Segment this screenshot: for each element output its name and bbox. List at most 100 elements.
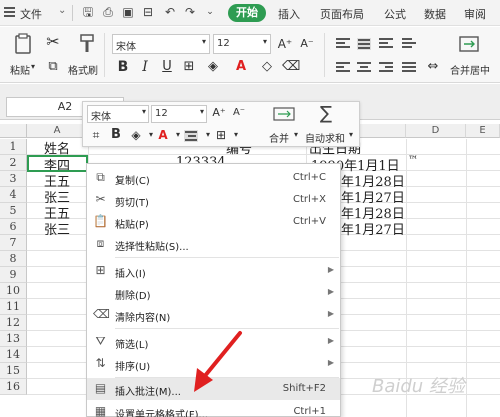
justify-icon[interactable] [402, 62, 416, 74]
font-size-select[interactable]: 12 ▾ [213, 34, 271, 54]
tab-page-layout[interactable]: 页面布局 [320, 6, 364, 22]
sigma-icon[interactable]: ∑ [320, 103, 332, 124]
format-painter-label[interactable]: 格式刷 [68, 62, 98, 77]
text-effect-icon[interactable]: ◇ [258, 58, 276, 76]
align-right-icon[interactable] [379, 62, 393, 74]
export-pdf-icon[interactable]: ⊟ [140, 4, 156, 21]
border-icon[interactable]: ⊞ [180, 58, 198, 76]
row-header[interactable]: 11 [0, 299, 27, 315]
mini-font-name-value: 宋体 [91, 112, 111, 123]
menu-item-sort[interactable]: ⇅ 排序(U) ▶ [87, 353, 340, 375]
row-header[interactable]: 1 [0, 139, 27, 155]
mini-font-name-select[interactable]: 宋体 ▾ [87, 105, 149, 123]
row-header[interactable]: 6 [0, 219, 27, 235]
scissors-icon[interactable]: ✂ [44, 33, 62, 51]
tab-review[interactable]: 审阅 [464, 6, 486, 22]
menu-item-insert[interactable]: ⊞ 插入(I) ▶ [87, 260, 340, 282]
chevron-down-icon[interactable]: ⌄ [58, 5, 66, 16]
orientation-icon[interactable] [402, 38, 416, 50]
row-header[interactable]: 4 [0, 187, 27, 203]
italic-icon[interactable]: I [136, 58, 154, 76]
distributed-icon[interactable]: ⇔ [424, 58, 442, 76]
increase-font-icon[interactable]: A⁺ [211, 105, 227, 121]
undo-icon[interactable]: ↶ [162, 4, 178, 21]
underline-icon[interactable]: U [158, 58, 176, 76]
fill-color-icon[interactable]: ◈ [128, 127, 144, 143]
merge-cells-icon[interactable] [273, 106, 295, 122]
menu-item-filter[interactable]: ⛛ 筛选(L) ▶ [87, 331, 340, 353]
tab-home[interactable]: 开始 [228, 4, 266, 22]
bold-icon[interactable]: B [108, 127, 124, 143]
row-header[interactable]: 10 [0, 283, 27, 299]
select-all-corner[interactable] [0, 124, 27, 138]
increase-font-icon[interactable]: A⁺ [276, 35, 294, 53]
menu-item-cut[interactable]: ✂ 剪切(T) Ctrl+X [87, 189, 340, 211]
row-header[interactable]: 2 [0, 155, 27, 171]
cell-d2[interactable]: ™ [408, 155, 418, 166]
paste-icon[interactable] [12, 33, 34, 55]
tab-insert[interactable]: 插入 [278, 6, 300, 22]
submenu-arrow-icon: ▶ [327, 287, 334, 296]
align-center-icon[interactable] [357, 62, 371, 74]
bold-icon[interactable]: B [114, 58, 132, 76]
format-painter-icon[interactable]: ⌗ [88, 127, 104, 143]
chevron-down-icon[interactable]: ▾ [349, 130, 353, 139]
tab-formulas[interactable]: 公式 [384, 6, 406, 22]
print-preview-icon[interactable]: ⎙ [100, 4, 116, 21]
hamburger-menu-icon[interactable] [4, 7, 15, 17]
row-header[interactable]: 15 [0, 363, 27, 379]
menu-item-copy[interactable]: ⧉ 复制(C) Ctrl+C [87, 167, 340, 189]
cell-a6[interactable]: 张三 [44, 219, 70, 238]
row-header[interactable]: 7 [0, 235, 27, 251]
decrease-font-icon[interactable]: A⁻ [231, 105, 247, 121]
align-bottom-icon[interactable] [379, 38, 393, 50]
format-painter-icon[interactable] [76, 33, 98, 55]
chevron-down-icon[interactable]: ▾ [294, 130, 298, 139]
paste-label[interactable]: 粘贴 [10, 62, 30, 77]
cell-c6[interactable]: 年1月27日 [341, 219, 405, 238]
border-icon[interactable]: ⊞ [213, 127, 229, 143]
row-header[interactable]: 13 [0, 331, 27, 347]
mini-font-size-select[interactable]: 12 ▾ [151, 105, 207, 123]
menu-item-insert-comment[interactable]: ▤ 插入批注(M)... Shift+F2 [87, 378, 340, 400]
row-header[interactable]: 12 [0, 315, 27, 331]
row-header[interactable]: 14 [0, 347, 27, 363]
align-left-icon[interactable] [336, 62, 350, 74]
decrease-font-icon[interactable]: A⁻ [298, 35, 316, 53]
font-name-select[interactable]: 宋体 ▾ [112, 34, 210, 54]
save-icon[interactable]: 🖫 [80, 4, 96, 21]
row-header[interactable]: 5 [0, 203, 27, 219]
align-center-icon[interactable] [184, 130, 198, 142]
align-middle-icon[interactable] [357, 38, 371, 50]
merge-cells-icon[interactable] [458, 33, 480, 55]
font-color-icon[interactable]: A [155, 127, 171, 143]
column-header-e[interactable]: E [466, 124, 500, 138]
row-header[interactable]: 9 [0, 267, 27, 283]
fill-color-icon[interactable]: ◈ [204, 58, 222, 76]
menu-item-paste-special[interactable]: ⧈ 选择性粘贴(S)... [87, 233, 340, 255]
font-color-icon[interactable]: A [232, 58, 250, 76]
merge-center-label[interactable]: 合并居中 [450, 62, 490, 77]
row-header[interactable]: 8 [0, 251, 27, 267]
column-header-a[interactable]: A [27, 124, 88, 138]
menu-item-paste[interactable]: 📋 粘贴(P) Ctrl+V [87, 211, 340, 233]
redo-icon[interactable]: ↷ [182, 4, 198, 21]
print-icon[interactable]: ▣ [120, 4, 136, 21]
more-chevron-icon[interactable]: ⌄ [202, 4, 218, 21]
menu-item-clear-contents[interactable]: ⌫ 清除内容(N) ▶ [87, 304, 340, 326]
file-menu[interactable]: 文件 [20, 6, 42, 22]
copy-icon[interactable]: ⧉ [44, 58, 62, 76]
chevron-down-icon[interactable]: ▾ [31, 62, 35, 71]
align-top-icon[interactable] [336, 38, 350, 50]
clear-format-icon[interactable]: ⌫ [282, 58, 300, 76]
menu-item-format-cells[interactable]: ▦ 设置单元格格式(F)... Ctrl+1 [87, 401, 340, 417]
row-header[interactable]: 3 [0, 171, 27, 187]
row-header[interactable]: 16 [0, 379, 27, 395]
autosum-label[interactable]: 自动求和 [305, 130, 345, 145]
tab-data[interactable]: 数据 [424, 6, 446, 22]
merge-label[interactable]: 合并 [269, 130, 289, 145]
menu-item-label: 选择性粘贴(S)... [115, 242, 189, 253]
menu-item-delete[interactable]: 删除(D) ▶ [87, 282, 340, 304]
column-header-d[interactable]: D [406, 124, 466, 138]
chevron-down-icon[interactable]: ▾ [228, 127, 244, 143]
